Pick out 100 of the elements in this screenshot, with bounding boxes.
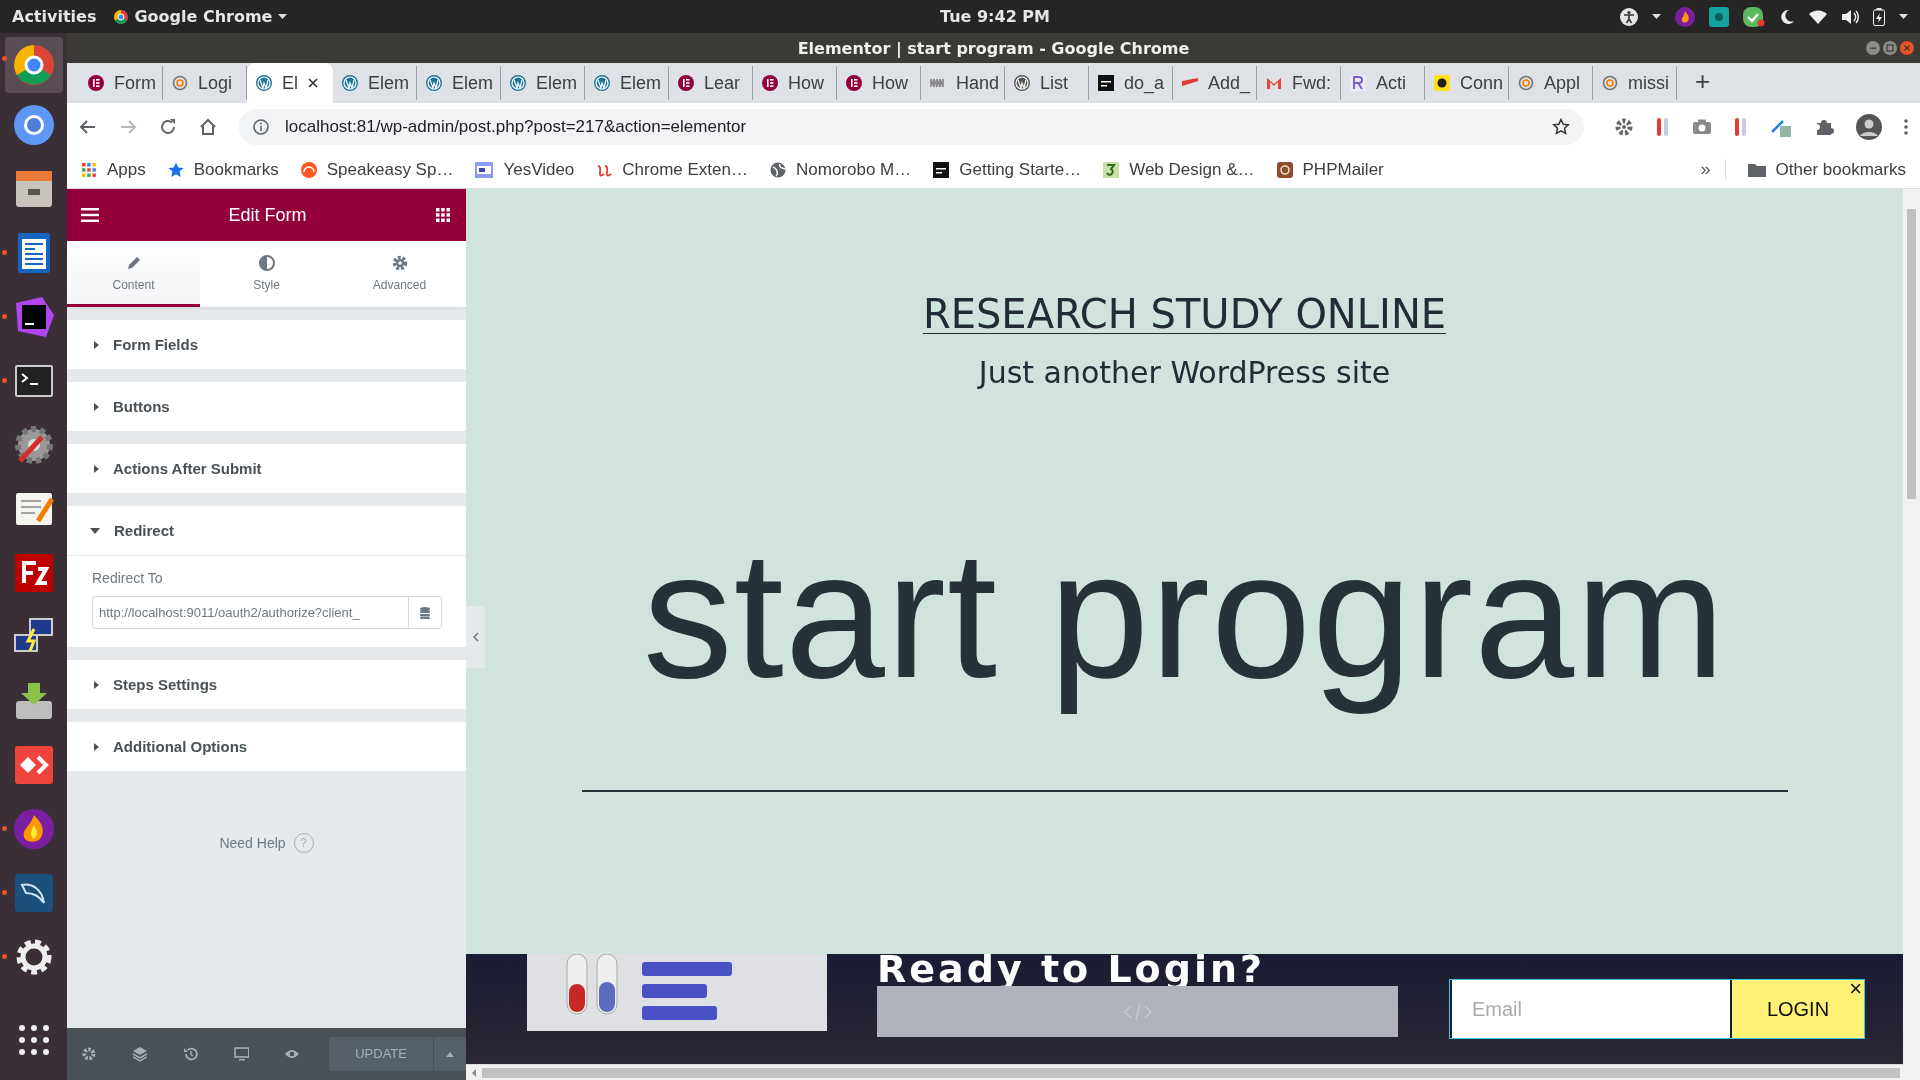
- bookmark-folder[interactable]: Other bookmarks: [1747, 159, 1906, 180]
- browser-tab[interactable]: How: [837, 66, 921, 100]
- bookmark-item[interactable]: Getting Starte…: [933, 159, 1082, 180]
- flame-icon[interactable]: [1675, 6, 1695, 27]
- elementor-favicon: [846, 75, 862, 91]
- browser-tab[interactable]: Lear: [669, 66, 753, 100]
- browser-tab[interactable]: Conn: [1425, 66, 1509, 100]
- tab-title: How: [788, 72, 824, 94]
- browser-tab[interactable]: Appl: [1509, 66, 1593, 100]
- bookmark-item[interactable]: YesVideo: [475, 159, 575, 180]
- new-tab-button[interactable]: +: [1677, 66, 1711, 103]
- check-icon[interactable]: [1743, 6, 1765, 27]
- avatar-icon[interactable]: [1856, 114, 1882, 140]
- flame-icon[interactable]: [11, 807, 56, 851]
- bookmark-item[interactable]: Bookmarks: [167, 159, 279, 180]
- history-icon[interactable]: [182, 1046, 199, 1062]
- address-bar[interactable]: localhost:81/wp-admin/post.php?post=217&action=elementor: [239, 109, 1584, 145]
- section-header[interactable]: Form Fields: [67, 320, 466, 369]
- widgets-grid-icon[interactable]: [436, 208, 450, 222]
- bookmark-item[interactable]: PHPMailer: [1276, 159, 1384, 180]
- panel-tab[interactable]: Advanced: [333, 241, 466, 307]
- section-header[interactable]: Buttons: [67, 382, 466, 431]
- browser-icon[interactable]: [11, 103, 56, 147]
- panel-tab[interactable]: Style: [200, 241, 333, 307]
- kebab-menu-icon[interactable]: [1904, 119, 1908, 135]
- site-title-link[interactable]: RESEARCH STUDY ONLINE: [922, 291, 1447, 337]
- bookmark-item[interactable]: Speakeasy Sp…: [300, 159, 454, 180]
- reload-icon[interactable]: [159, 118, 177, 136]
- clock[interactable]: Tue 9:42 PM: [940, 7, 1050, 26]
- back-icon[interactable]: [79, 118, 97, 136]
- home-icon[interactable]: [199, 118, 217, 136]
- browser-tab[interactable]: Hand: [921, 66, 1005, 100]
- browser-tab[interactable]: Add_: [1173, 66, 1257, 100]
- tab-title: Form: [114, 72, 156, 94]
- bookmark-item[interactable]: Apps: [81, 159, 146, 180]
- section-header[interactable]: Additional Options: [67, 722, 466, 771]
- layers-icon[interactable]: [131, 1046, 148, 1062]
- site-tagline: Just another WordPress site: [978, 355, 1391, 390]
- maximize-button[interactable]: [1883, 41, 1897, 55]
- help-link[interactable]: Need Help: [219, 835, 286, 851]
- volume-icon[interactable]: [1841, 8, 1859, 25]
- extensions-icon[interactable]: [1814, 117, 1834, 137]
- chevron-left-icon: [472, 632, 479, 642]
- menu-icon[interactable]: [81, 208, 99, 222]
- browser-tab[interactable]: Fwd:: [1257, 66, 1341, 100]
- close-button[interactable]: ×: [1849, 978, 1862, 1000]
- tab-title: How: [872, 72, 908, 94]
- dynamic-tags-icon[interactable]: [420, 606, 430, 619]
- dark-square-favicon: [933, 161, 950, 178]
- star-icon[interactable]: [1552, 118, 1570, 136]
- section-header[interactable]: Steps Settings: [67, 660, 466, 709]
- bookmark-item[interactable]: Web Design &…: [1103, 159, 1255, 180]
- chrome-icon[interactable]: [11, 43, 56, 87]
- caret-down-icon: [90, 527, 100, 534]
- tab-title: Appl: [1544, 72, 1581, 94]
- browser-tab[interactable]: Elem: [585, 66, 669, 100]
- gear-icon[interactable]: [1614, 117, 1634, 137]
- tab-title: El: [282, 72, 298, 94]
- browser-tab[interactable]: How: [753, 66, 837, 100]
- caret-up-icon: [446, 1051, 454, 1057]
- tab-title: Elem: [452, 72, 493, 94]
- browser-tab[interactable]: do_a: [1089, 66, 1173, 100]
- moon-icon[interactable]: [1779, 8, 1795, 25]
- field-label: Redirect To: [92, 570, 164, 586]
- caret-icon: [1652, 14, 1661, 19]
- monkey-favicon: [1434, 75, 1450, 91]
- close-icon[interactable]: [308, 78, 318, 88]
- browser-tab[interactable]: Elem: [417, 66, 501, 100]
- activities-button[interactable]: Activities: [12, 7, 97, 26]
- test-tube-icon[interactable]: [1656, 116, 1670, 138]
- section-header[interactable]: Actions After Submit: [67, 444, 466, 493]
- browser-tab[interactable]: Elem: [333, 66, 417, 100]
- accessibility-icon[interactable]: [1620, 7, 1638, 26]
- minimize-button[interactable]: [1866, 41, 1880, 55]
- horizontal-scrollbar[interactable]: [466, 1064, 1920, 1080]
- app-menu[interactable]: Google Chrome: [134, 7, 273, 26]
- close-button[interactable]: [1900, 41, 1914, 55]
- bookmarks-overflow-button[interactable]: »: [1700, 159, 1726, 180]
- vertical-scrollbar[interactable]: [1903, 189, 1920, 1065]
- url-field[interactable]: http://localhost:9011/oauth2/authorize?client_: [92, 596, 442, 629]
- folder-icon: [1747, 162, 1766, 177]
- browser-tab[interactable]: Acti: [1341, 66, 1425, 100]
- puzzle-tile-icon[interactable]: [1709, 6, 1729, 27]
- battery-icon[interactable]: [1873, 7, 1885, 26]
- bookmark-item[interactable]: Chrome Exten…: [596, 159, 748, 180]
- browser-tab[interactable]: El: [247, 63, 333, 103]
- test-tube-icon[interactable]: [1734, 116, 1748, 138]
- wifi-icon[interactable]: [1809, 9, 1827, 24]
- browser-tab[interactable]: List: [1005, 66, 1089, 100]
- email-field[interactable]: Email: [1450, 980, 1730, 1038]
- browser-tab[interactable]: Elem: [501, 66, 585, 100]
- wordpress-favicon: [342, 75, 358, 91]
- browser-tab[interactable]: Form: [79, 66, 163, 100]
- desktop-icon[interactable]: [233, 1046, 250, 1062]
- camera-icon[interactable]: [1692, 119, 1712, 135]
- panel-tab[interactable]: Content: [67, 241, 200, 307]
- wordpress-favicon: [510, 75, 526, 91]
- bookmark-item[interactable]: Nomorobo M…: [770, 159, 912, 180]
- browser-tab[interactable]: missi: [1593, 66, 1677, 100]
- url-text: localhost:81/wp-admin/post.php?post=217&action=elementor: [285, 117, 748, 137]
